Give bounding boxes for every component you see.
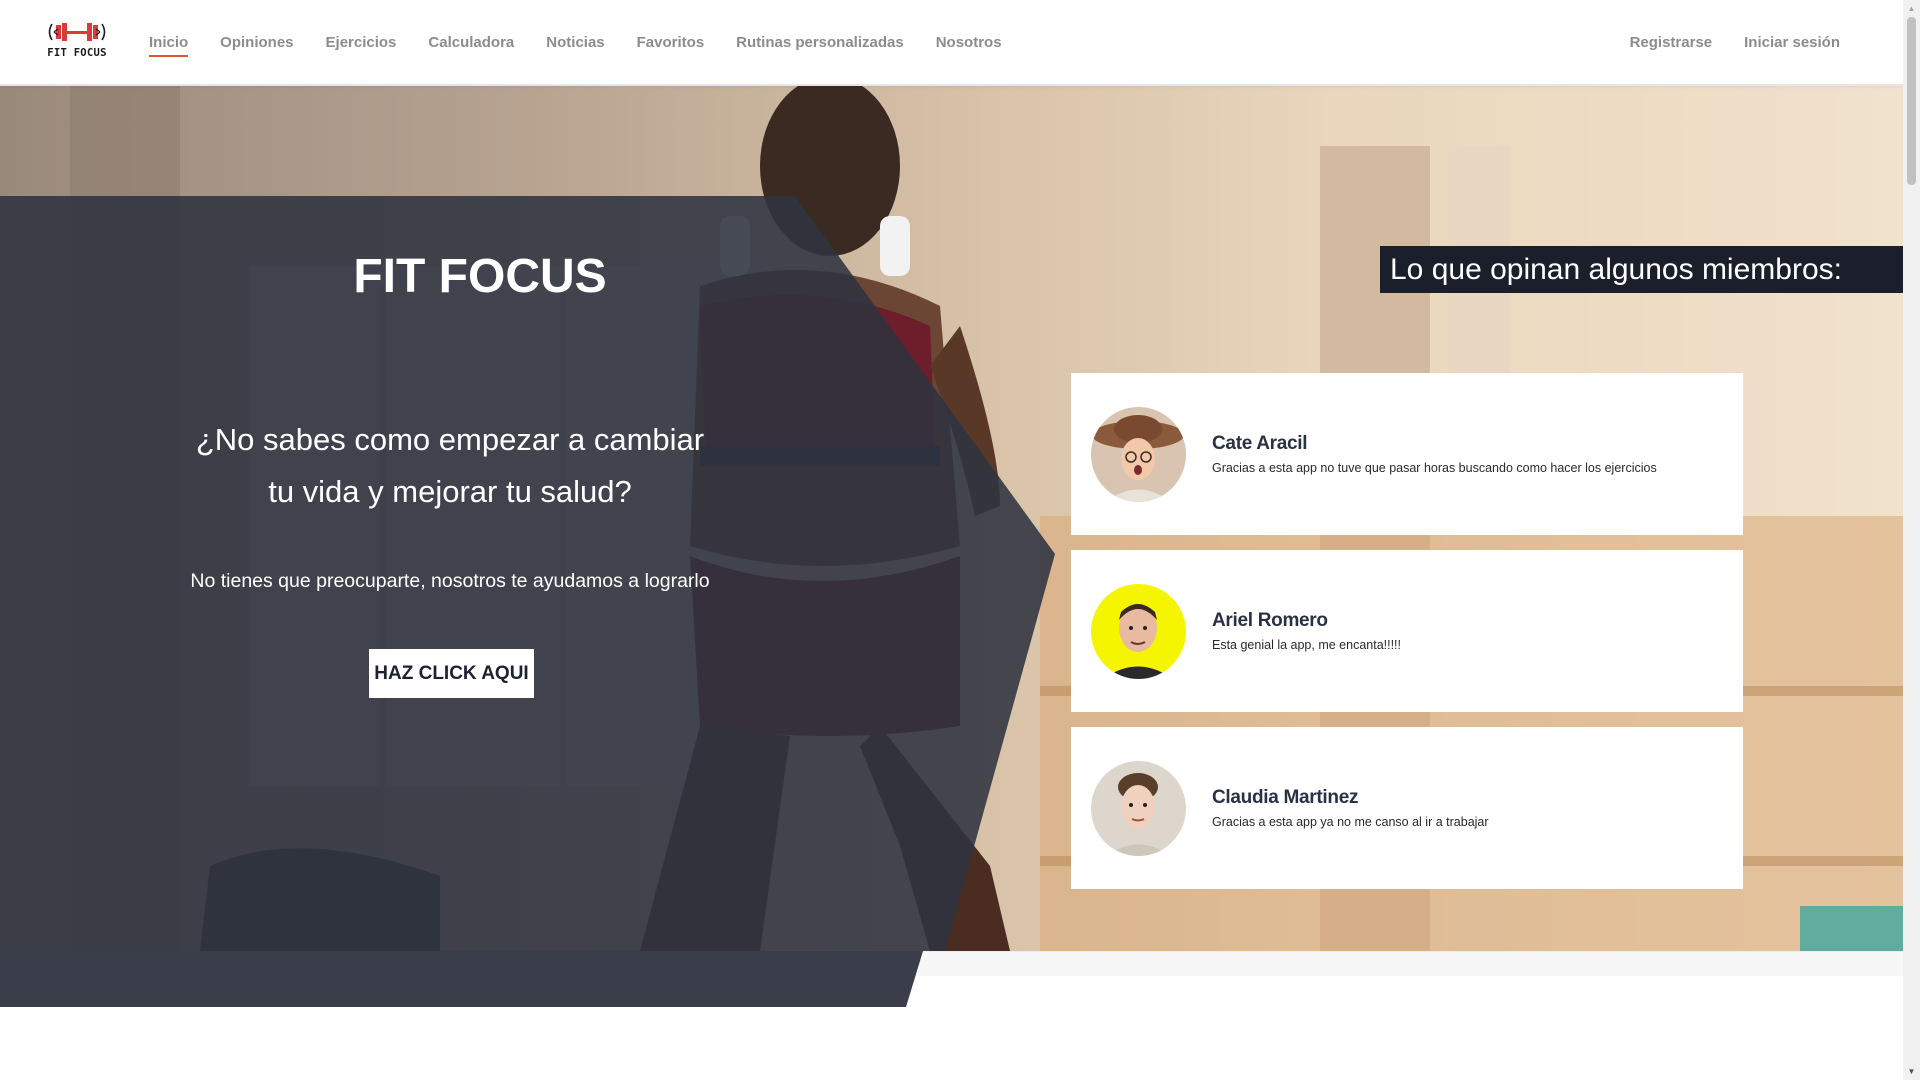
nav-calculadora[interactable]: Calculadora [428,34,514,51]
testimonial-text: Esta genial la app, me encanta!!!!! [1212,638,1402,652]
nav-favoritos[interactable]: Favoritos [637,34,705,51]
nav-noticias[interactable]: Noticias [546,34,604,51]
brand-name: FIT FOCUS [47,47,107,59]
cta-button[interactable]: HAZ CLICK AQUI [369,649,534,698]
hero-question: ¿No sabes como empezar a cambiar tu vida… [170,414,730,518]
nav-opiniones[interactable]: Opiniones [220,34,293,51]
scroll-down-arrow-icon[interactable]: ▼ [1903,1063,1920,1080]
scroll-up-arrow-icon[interactable]: ▲ [1903,0,1920,17]
brand-logo[interactable]: FIT FOCUS [46,20,108,64]
testimonial-card: Claudia Martinez Gracias a esta app ya n… [1071,727,1743,889]
top-navbar: FIT FOCUS Inicio Opiniones Ejercicios Ca… [0,0,1903,86]
hero-subtitle: No tienes que preocuparte, nosotros te a… [190,570,710,592]
testimonial-card: Ariel Romero Esta genial la app, me enca… [1071,550,1743,712]
nav-inicio[interactable]: Inicio [149,34,189,57]
opinions-title: Lo que opinan algunos miembros: [1380,246,1903,293]
testimonial-name: Ariel Romero [1212,610,1328,631]
testimonial-text: Gracias a esta app no tuve que pasar hor… [1212,461,1657,475]
dumbbell-icon [48,23,106,41]
nav-nosotros[interactable]: Nosotros [936,34,1002,51]
hero-dark-panel-bottom [0,951,923,1007]
avatar [1091,761,1186,856]
hero-section: FIT FOCUS ¿No sabes como empezar a cambi… [0,86,1903,951]
avatar [1091,584,1186,679]
testimonial-card: Cate Aracil Gracias a esta app no tuve q… [1071,373,1743,535]
login-link[interactable]: Iniciar sesión [1744,34,1840,51]
page-scrollbar[interactable]: ▲ ▼ [1903,0,1920,1080]
testimonial-name: Cate Aracil [1212,433,1308,454]
testimonial-text: Gracias a esta app ya no me canso al ir … [1212,815,1489,829]
nav-rutinas-personalizadas[interactable]: Rutinas personalizadas [736,34,904,51]
avatar [1091,407,1186,502]
hero-question-line-1: ¿No sabes como empezar a cambiar [195,422,705,457]
auth-nav: Registrarse Iniciar sesión [1598,0,1840,84]
main-nav: Inicio Opiniones Ejercicios Calculadora … [149,0,1034,84]
hero-title: FIT FOCUS [353,250,607,303]
hero-question-line-2: tu vida y mejorar tu salud? [268,474,632,509]
testimonial-name: Claudia Martinez [1212,787,1359,808]
nav-ejercicios[interactable]: Ejercicios [326,34,397,51]
register-link[interactable]: Registrarse [1630,34,1713,51]
scroll-thumb[interactable] [1907,17,1916,185]
